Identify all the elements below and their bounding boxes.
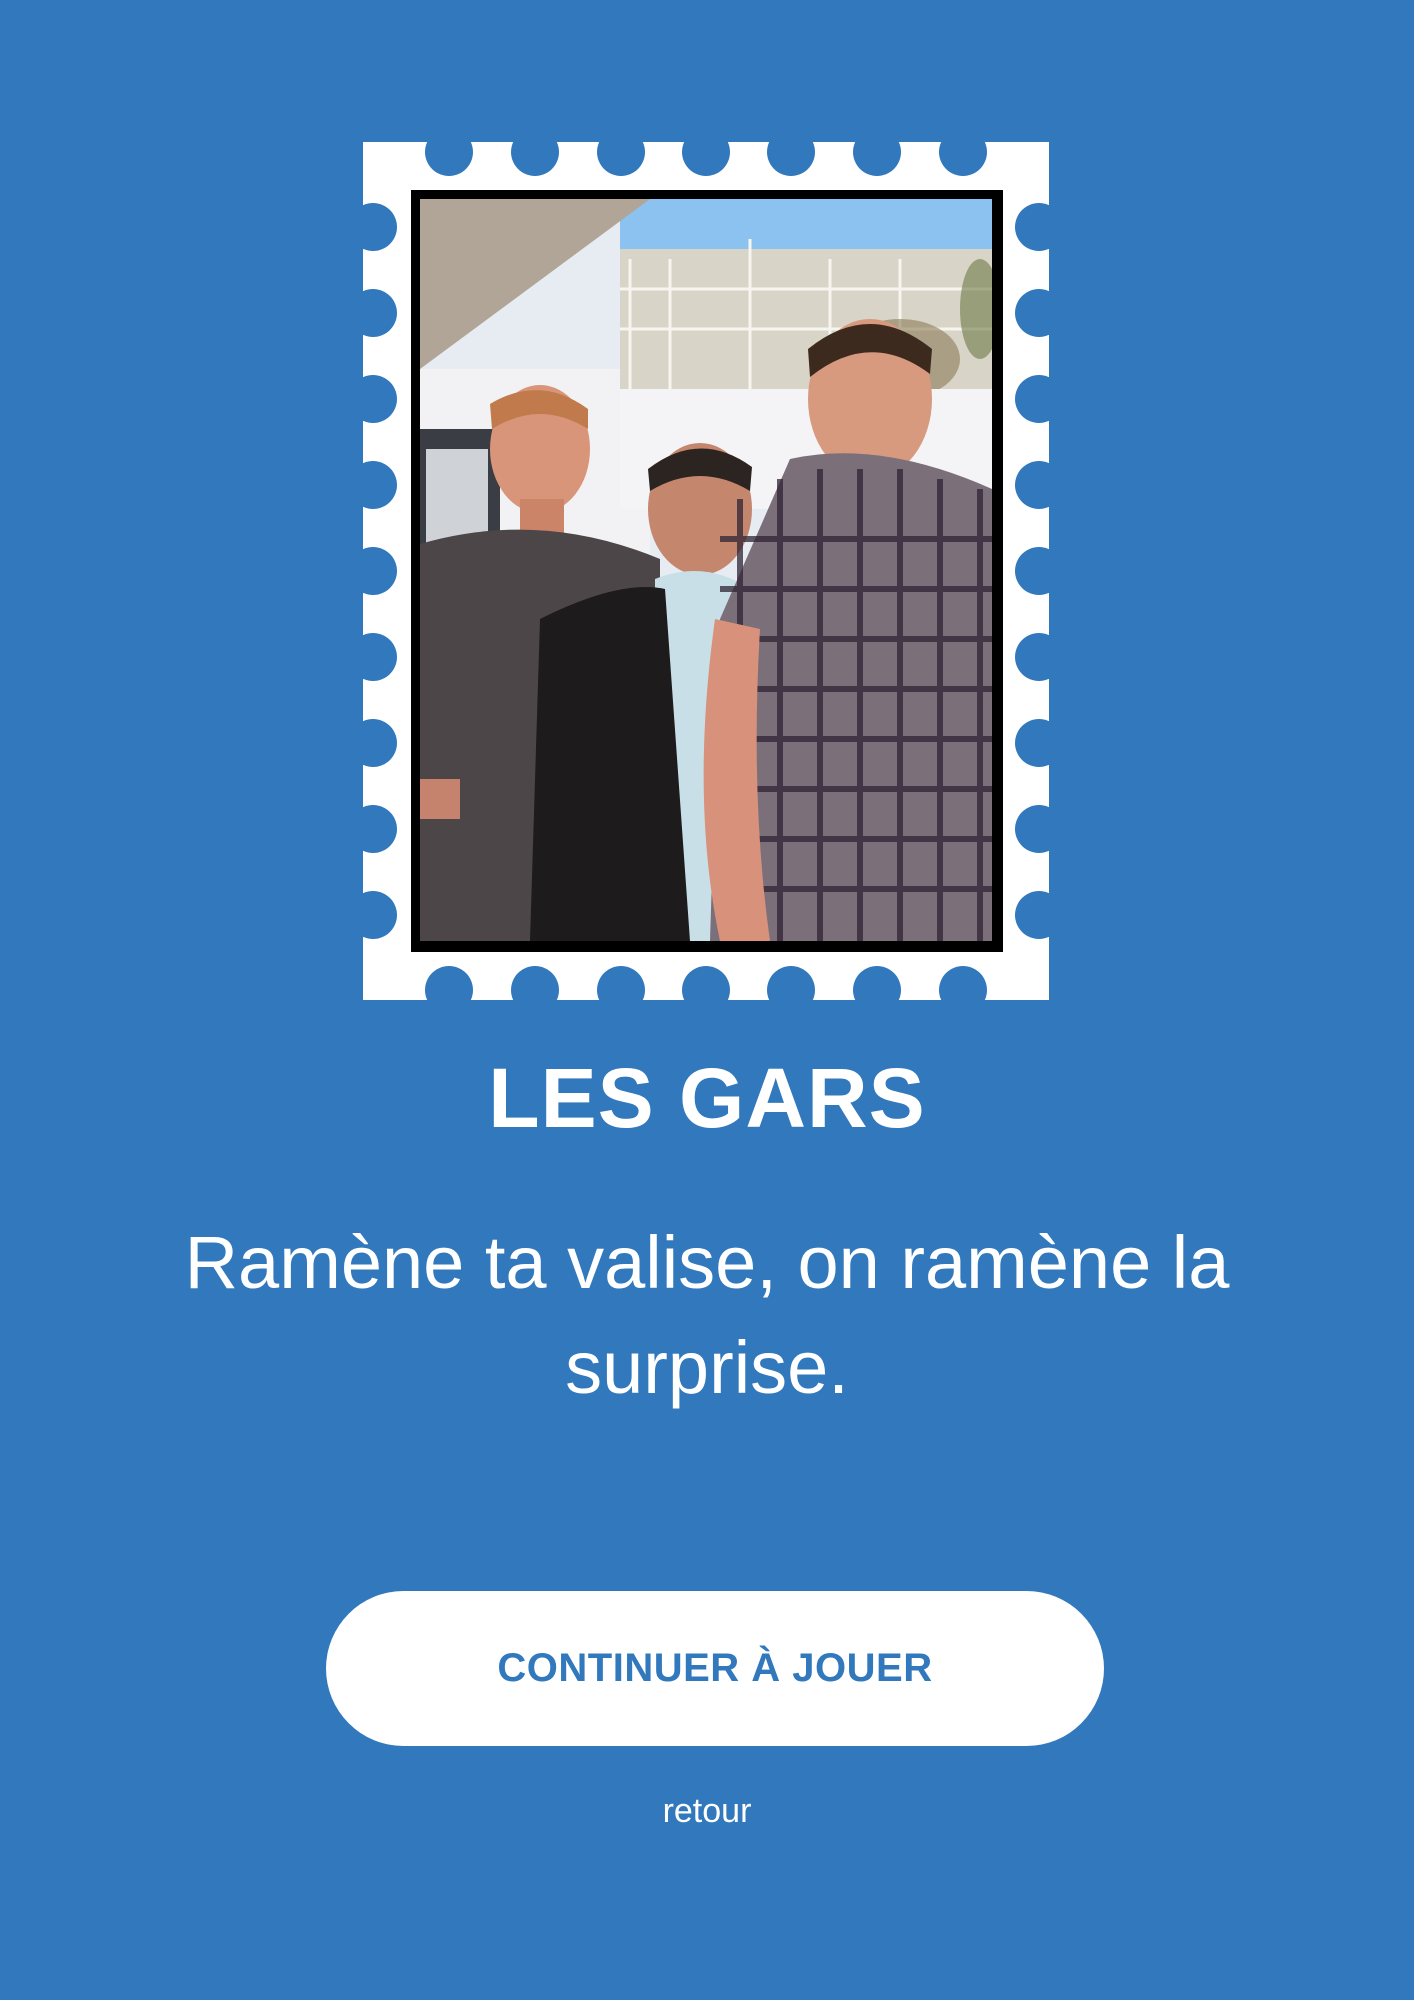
group-photo [420, 199, 992, 941]
photo-frame [411, 190, 1003, 952]
result-message: Ramène ta valise, on ramène la surprise. [184, 1221, 1230, 1409]
photo-stamp [363, 142, 1049, 1000]
continue-playing-button[interactable]: CONTINUER À JOUER [326, 1591, 1104, 1746]
page-title: LES GARS [488, 1051, 926, 1145]
result-screen: LES GARS Ramène ta valise, on ramène la … [0, 0, 1414, 2000]
back-link[interactable]: retour [607, 1786, 807, 1836]
